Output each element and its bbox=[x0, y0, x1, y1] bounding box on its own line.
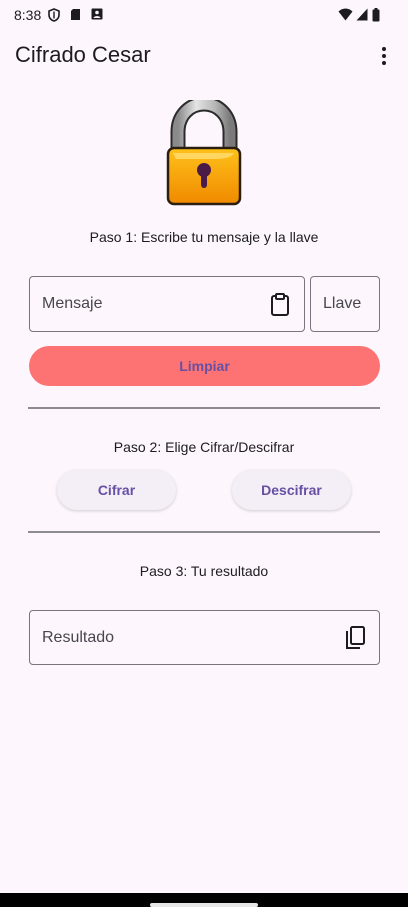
result-field[interactable]: Resultado bbox=[29, 610, 380, 665]
home-gesture-handle[interactable] bbox=[150, 903, 258, 907]
more-options-button[interactable] bbox=[372, 44, 396, 68]
step3-instruction: Paso 3: Tu resultado bbox=[139, 563, 269, 579]
app-title: Cifrado Cesar bbox=[15, 42, 151, 67]
step2-instruction: Paso 2: Elige Cifrar/Descifrar bbox=[113, 439, 295, 455]
encrypt-button[interactable]: Cifrar bbox=[57, 470, 176, 510]
clear-button[interactable]: Limpiar bbox=[29, 346, 380, 386]
paste-icon[interactable] bbox=[270, 293, 290, 317]
step1-instruction: Paso 1: Escribe tu mensaje y la llave bbox=[89, 229, 319, 245]
status-bar: 8:38 bbox=[0, 0, 408, 32]
status-time: 8:38 bbox=[14, 7, 42, 23]
decrypt-button[interactable]: Descifrar bbox=[232, 470, 351, 510]
message-input-label: Mensaje bbox=[42, 295, 103, 312]
message-input[interactable]: Mensaje bbox=[29, 276, 305, 332]
shield-icon bbox=[48, 8, 60, 22]
padlock-icon bbox=[166, 100, 242, 206]
more-vert-icon bbox=[382, 47, 386, 51]
wifi-icon bbox=[338, 8, 353, 21]
app-bar: Cifrado Cesar bbox=[0, 32, 408, 80]
copy-icon[interactable] bbox=[344, 626, 366, 650]
divider bbox=[28, 407, 380, 409]
divider bbox=[28, 531, 380, 533]
account-box-icon bbox=[91, 8, 103, 20]
key-input[interactable]: Llave bbox=[310, 276, 380, 332]
battery-icon bbox=[372, 8, 380, 22]
sd-card-icon bbox=[71, 9, 80, 20]
result-field-label: Resultado bbox=[42, 629, 115, 646]
signal-icon bbox=[356, 8, 368, 21]
key-input-label: Llave bbox=[323, 295, 362, 312]
navigation-bar bbox=[0, 893, 408, 907]
